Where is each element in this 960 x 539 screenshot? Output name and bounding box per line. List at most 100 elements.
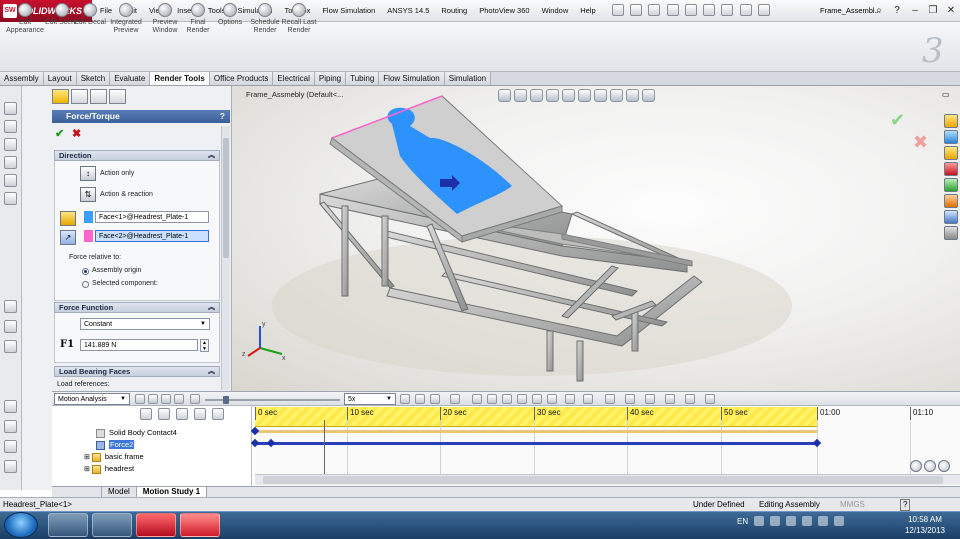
gravity-button[interactable] [547, 394, 557, 404]
signal-tray-icon[interactable] [818, 516, 829, 526]
force-function-section-header[interactable]: Force Function ︽ [54, 302, 220, 313]
pm-scrollbar[interactable] [221, 126, 230, 390]
close-icon[interactable]: ✕ [942, 2, 960, 20]
property-manager-tab-icon[interactable] [71, 89, 88, 104]
print-icon[interactable] [666, 4, 679, 16]
menu-flow-simulation[interactable]: Flow Simulation [316, 0, 381, 22]
feature-manager-tab-icon[interactable] [52, 89, 69, 104]
minimize-icon[interactable]: – [906, 2, 924, 20]
menu-photoview[interactable]: PhotoView 360 [473, 0, 535, 22]
taskbar-clock[interactable]: 10:58 AM 12/13/2013 [895, 514, 955, 536]
custom-properties-icon[interactable] [944, 194, 958, 208]
edit-appearance-icon[interactable] [610, 89, 623, 102]
ok-button[interactable]: ✔ [55, 127, 64, 140]
file-properties-icon[interactable] [739, 4, 752, 16]
tree-item-headrest[interactable]: ⊞ headrest [84, 463, 134, 474]
filter-selected-icon[interactable] [176, 408, 188, 420]
playback-mode-button[interactable] [190, 394, 200, 404]
play-from-start-button[interactable] [148, 394, 158, 404]
zoom-to-fit-icon[interactable] [910, 460, 922, 472]
tree-item-basic-frame[interactable]: ⊞ basic frame [84, 451, 144, 462]
start-button-icon[interactable] [4, 512, 38, 538]
tab-model[interactable]: Model [102, 487, 137, 497]
collapse-button[interactable] [605, 394, 615, 404]
help-icon[interactable]: ? [888, 2, 906, 20]
display-style-icon[interactable] [578, 89, 591, 102]
f1-spinner[interactable]: ▲ ▼ [200, 339, 209, 352]
recall-last-render-button[interactable]: Recall Last Render [279, 3, 319, 35]
scrollbar-thumb[interactable] [223, 138, 229, 258]
mirror-tool-icon[interactable] [4, 192, 17, 205]
contact-timeline-bar[interactable] [255, 430, 817, 433]
tree-item-contact[interactable]: Solid Body Contact4 [96, 427, 177, 438]
integrated-preview-button[interactable]: Integrated Preview [106, 3, 146, 35]
menu-routing[interactable]: Routing [435, 0, 473, 22]
stop-button[interactable] [174, 394, 184, 404]
autofit-icon[interactable] [212, 408, 224, 420]
rotate-component-icon[interactable] [4, 340, 17, 353]
zoom-to-area-icon[interactable] [514, 89, 527, 102]
save-animation-button[interactable] [400, 394, 410, 404]
tab-layout[interactable]: Layout [43, 72, 77, 85]
tab-flow-simulation[interactable]: Flow Simulation [379, 72, 445, 85]
tab-piping[interactable]: Piping [314, 72, 347, 85]
tab-assembly[interactable]: Assembly [0, 72, 44, 85]
filter-animating-icon[interactable] [140, 408, 152, 420]
arrow-tray-icon[interactable] [786, 516, 797, 526]
view-palette-icon[interactable] [944, 162, 958, 176]
timeline-scrollbar[interactable] [255, 474, 960, 485]
help-button[interactable]: ? [220, 110, 225, 123]
force-button[interactable] [517, 394, 527, 404]
apply-scene-icon[interactable] [626, 89, 639, 102]
results-button[interactable] [705, 394, 715, 404]
layout-button[interactable] [685, 394, 695, 404]
tab-nav-arrows[interactable] [52, 487, 102, 497]
design-library-icon[interactable] [944, 130, 958, 144]
file-explorer-icon[interactable] [944, 146, 958, 160]
save-icon[interactable] [648, 4, 661, 16]
face1-field[interactable]: Face<1>@Headrest_Plate-1 [95, 211, 209, 223]
tab-electrical[interactable]: Electrical [273, 72, 315, 85]
menu-ansys[interactable]: ANSYS 14.5 [381, 0, 435, 22]
status-units[interactable]: MMGS [840, 498, 865, 511]
spring-button[interactable] [487, 394, 497, 404]
undo-icon[interactable] [684, 4, 697, 16]
expand-icon[interactable]: ⊞ [84, 466, 90, 473]
zoom-in-icon[interactable] [924, 460, 936, 472]
internet-explorer-icon[interactable] [48, 513, 88, 537]
tab-tubing[interactable]: Tubing [346, 72, 380, 85]
action-reaction-label[interactable]: Action & reaction [100, 191, 153, 198]
tab-evaluate[interactable]: Evaluate [110, 72, 151, 85]
hide-show-items-icon[interactable] [594, 89, 607, 102]
viewport-document-title[interactable]: Frame_Assmebly (Default<... [246, 90, 343, 99]
rectangle-tool-icon[interactable] [4, 120, 17, 133]
options-button[interactable]: Options [210, 3, 250, 27]
timeline-cursor[interactable] [324, 420, 325, 474]
tab-office-products[interactable]: Office Products [209, 72, 274, 85]
menu-help[interactable]: Help [574, 0, 601, 22]
new-document-icon[interactable] [612, 4, 624, 16]
spline-tool-icon[interactable] [4, 156, 17, 169]
playback-speed-select[interactable]: 5x ▼ [344, 393, 396, 405]
contact-button[interactable] [532, 394, 542, 404]
autokey-button[interactable] [430, 394, 440, 404]
search-icon[interactable]: ⌕ [870, 2, 888, 20]
motion-study-properties-button[interactable] [583, 394, 593, 404]
calculate-button[interactable] [135, 394, 145, 404]
select-icon[interactable] [703, 4, 716, 16]
f1-value-input[interactable]: 141.889 N [80, 339, 198, 351]
view-settings-icon[interactable] [642, 89, 655, 102]
bed-frame-model[interactable]: z y x ✔ ✖ [232, 86, 960, 391]
action-only-icon[interactable]: ↕ [80, 166, 96, 181]
volume-tray-icon[interactable] [834, 516, 845, 526]
filter-results-icon[interactable] [194, 408, 206, 420]
damper-button[interactable] [502, 394, 512, 404]
network-tray-icon[interactable] [802, 516, 813, 526]
exploded-view-icon[interactable] [4, 420, 17, 433]
assembly-origin-radio[interactable] [82, 268, 89, 275]
hide-show-icon[interactable] [4, 460, 17, 473]
line-tool-icon[interactable] [4, 102, 17, 115]
function-type-select[interactable]: Constant ▼ [80, 318, 210, 330]
zoom-to-fit-icon[interactable] [498, 89, 511, 102]
appearance-manager-tab-icon[interactable] [109, 89, 126, 104]
